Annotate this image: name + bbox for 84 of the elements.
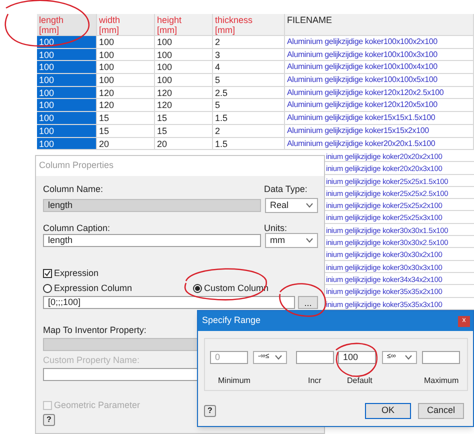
- field-label: Incr: [308, 375, 322, 387]
- table-cell: 2: [213, 36, 285, 49]
- table-cell: 100: [155, 48, 213, 62]
- table-cell: Aluminium gelijkzijdige koker20x20x1.5x100: [285, 138, 474, 150]
- table-cell: 100: [155, 61, 213, 74]
- table-cell: Aluminium gelijkzijdige koker120x120x2.5x100: [285, 86, 474, 100]
- table-cell: 3: [213, 48, 285, 62]
- caret-icon: [275, 355, 282, 360]
- table-cell: 20: [155, 138, 213, 150]
- table-cell: Aluminium gelijkzijdige koker15x15x2x100: [285, 124, 474, 138]
- table-cell: 1.5: [213, 138, 285, 150]
- browse-button[interactable]: ...: [298, 296, 318, 309]
- table-cell: 15: [97, 112, 155, 125]
- window-title: Column Properties: [39, 159, 114, 172]
- column-header[interactable]: height [mm]: [155, 14, 213, 36]
- column-header[interactable]: thickness [mm]: [213, 14, 285, 36]
- table-cell: Aluminium gelijkzijdige koker100x100x3x100: [285, 48, 474, 62]
- table-cell: 120: [155, 86, 213, 100]
- table-cell: 100: [37, 99, 97, 112]
- input-field[interactable]: [296, 351, 334, 364]
- column-header[interactable]: width [mm]: [97, 14, 155, 36]
- radio-button[interactable]: [193, 284, 202, 294]
- table-cell: 100: [37, 36, 97, 49]
- table-cell: Aluminium gelijkzijdige koker100x100x5x100: [285, 74, 474, 87]
- table-cell: 15: [155, 124, 213, 138]
- table-cell: 100: [97, 74, 155, 87]
- window-title: Specify Range: [202, 314, 261, 328]
- field-label: Default: [347, 375, 372, 387]
- table-cell: 15: [155, 112, 213, 125]
- table-cell: 1.5: [213, 112, 285, 125]
- expression-field[interactable]: [0;;;100]: [43, 296, 295, 309]
- table-cell: 2.5: [213, 86, 285, 100]
- help-button[interactable]: ?: [43, 414, 55, 426]
- field-label: Column Name:: [43, 183, 104, 196]
- input-field[interactable]: 100: [338, 351, 376, 364]
- dialog-button[interactable]: OK: [365, 403, 411, 419]
- table-cell: Aluminium gelijkzijdige koker100x100x4x100: [285, 61, 474, 74]
- table-cell: 100: [37, 124, 97, 138]
- field-label: Units:: [264, 222, 288, 235]
- radio-label: Expression Column: [54, 282, 132, 295]
- field-label: Data Type:: [264, 183, 308, 196]
- table-cell: 120: [155, 99, 213, 112]
- table-cell: 100: [37, 61, 97, 74]
- table-cell: 100: [155, 36, 213, 49]
- field-label: Minimum: [218, 375, 250, 387]
- caret-icon: [405, 355, 412, 360]
- radio-button[interactable]: [43, 284, 52, 294]
- table-cell: 4: [213, 61, 285, 74]
- table-cell: 20: [97, 138, 155, 150]
- dropdown[interactable]: Real: [265, 198, 318, 213]
- table-cell: 100: [37, 86, 97, 100]
- table-cell: 120: [97, 86, 155, 100]
- table-cell: 100: [37, 74, 97, 87]
- table-cell: 2: [213, 124, 285, 138]
- caret-icon: [306, 238, 313, 243]
- column-header[interactable]: length [mm]: [37, 14, 97, 36]
- table-cell: 100: [97, 61, 155, 74]
- table-cell: 100: [97, 36, 155, 49]
- input-field[interactable]: [422, 351, 460, 364]
- table-cell: Aluminium gelijkzijdige koker100x100x2x100: [285, 36, 474, 49]
- table-cell: 100: [37, 112, 97, 125]
- table-cell: 120: [97, 99, 155, 112]
- table-cell: Aluminium gelijkzijdige koker120x120x5x100: [285, 99, 474, 112]
- table-cell: 100: [155, 74, 213, 87]
- help-button[interactable]: ?: [204, 405, 216, 417]
- caret-icon: [306, 203, 313, 208]
- table-cell: Aluminium gelijkzijdige koker15x15x1.5x100: [285, 112, 474, 125]
- dropdown[interactable]: mm: [265, 233, 318, 248]
- checkbox-label: Geometric Parameter: [54, 399, 140, 412]
- table-cell: 5: [213, 99, 285, 112]
- checkbox[interactable]: [43, 269, 52, 278]
- checkbox-label: Expression: [54, 267, 99, 280]
- table-cell: 100: [37, 138, 97, 150]
- table-cell: 100: [37, 48, 97, 62]
- field-label: Maximum: [424, 375, 459, 387]
- field-label: Map To Inventor Property:: [43, 324, 146, 337]
- table-cell: 5: [213, 74, 285, 87]
- table-cell: 15: [97, 124, 155, 138]
- field-label: Column Caption:: [43, 222, 110, 235]
- input-field[interactable]: length: [43, 234, 261, 247]
- dialog-button[interactable]: Cancel: [418, 403, 464, 419]
- field-label: Custom Property Name:: [43, 354, 140, 367]
- table-cell: 100: [97, 48, 155, 62]
- column-header[interactable]: FILENAME: [285, 14, 474, 36]
